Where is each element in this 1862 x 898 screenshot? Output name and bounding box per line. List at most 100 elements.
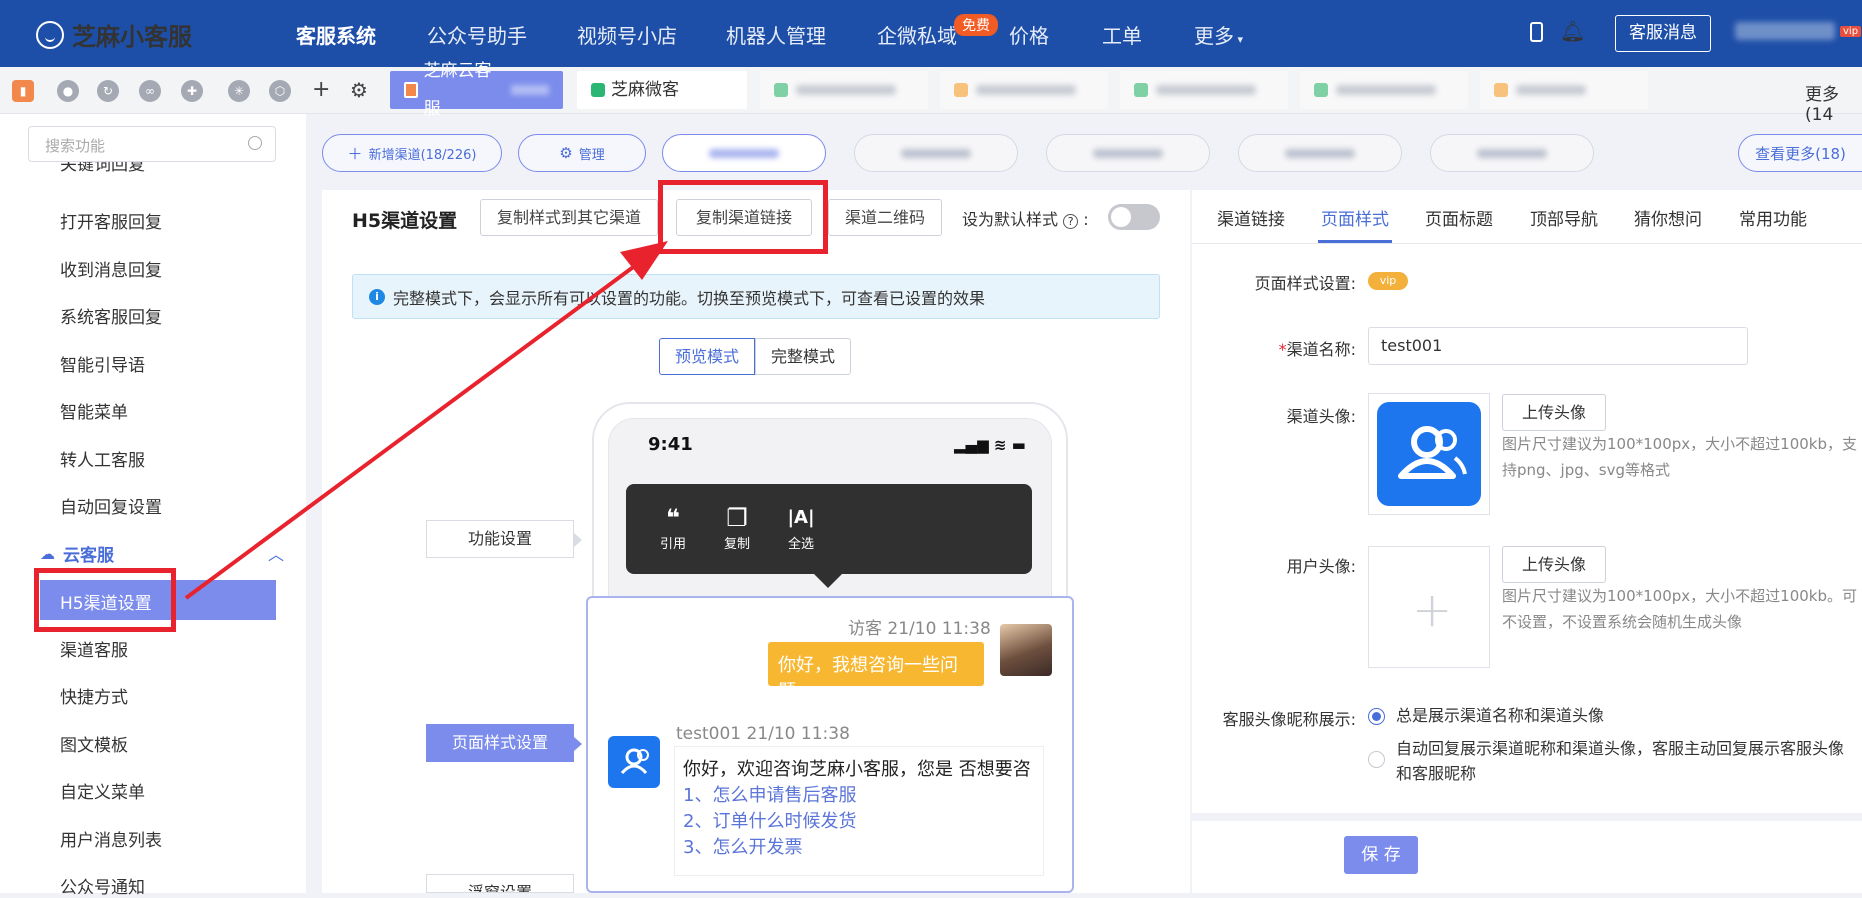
quote-menu-item[interactable]: ❝ 引用	[648, 503, 698, 552]
sidebar-item-keyword-reply[interactable]: 关键词回复	[60, 162, 145, 176]
app-icon-hexagon[interactable]: ⬡	[269, 80, 291, 102]
signal-wifi-battery-icon: ▂▄▆ ≋ ▬	[954, 436, 1026, 454]
qrcode-button[interactable]: 渠道二维码	[828, 199, 942, 236]
faq-link[interactable]: 2、订单什么时候发货	[683, 809, 1035, 835]
tab-zhima-weike[interactable]: 芝麻微客	[577, 71, 747, 109]
channel-name-input[interactable]: test001	[1368, 327, 1748, 365]
nav-item-mp-assistant[interactable]: 公众号助手	[427, 20, 527, 49]
page-style-label: 页面样式设置:	[1254, 274, 1356, 293]
sidebar-item[interactable]: 快捷方式	[60, 683, 128, 708]
nav-item-wecom[interactable]: 企微私域	[877, 20, 957, 49]
app-icon-link[interactable]: ∞	[139, 80, 161, 102]
tab-blurred[interactable]	[760, 71, 928, 109]
cs-icon	[404, 82, 418, 98]
logo[interactable]: 芝麻小客服	[36, 17, 192, 52]
app-icon-mobile[interactable]: ▮	[12, 80, 34, 102]
sidebar-search-input[interactable]: 搜索功能	[28, 126, 276, 162]
nickname-display-label: 客服头像昵称展示:	[1222, 710, 1356, 729]
sidebar-item[interactable]: 自动回复设置	[60, 493, 162, 518]
sidebar-item[interactable]: 打开客服回复	[60, 208, 162, 233]
help-icon: ?	[1063, 214, 1079, 229]
channel-pill[interactable]	[854, 134, 1018, 172]
full-mode-button[interactable]: 完整模式	[755, 338, 851, 375]
copy-style-button[interactable]: 复制样式到其它渠道	[480, 199, 658, 236]
add-channel-button[interactable]: ＋新增渠道(18/226)	[322, 134, 502, 172]
nav-item-price[interactable]: 价格	[1009, 20, 1049, 49]
settings-icon[interactable]: ⚙	[350, 78, 368, 102]
plus-icon: +	[1412, 582, 1453, 638]
faq-link[interactable]: 1、怎么申请售后客服	[683, 783, 1035, 809]
nav-item-ticket[interactable]: 工单	[1102, 20, 1142, 49]
view-more-button[interactable]: 查看更多(18)	[1738, 134, 1862, 172]
tab-guess-ask[interactable]: 猜你想问	[1634, 205, 1702, 230]
phone-icon[interactable]	[1530, 22, 1543, 42]
tab-page-style[interactable]: 页面样式	[1321, 205, 1389, 230]
channel-pill[interactable]	[1046, 134, 1210, 172]
cloud-icon: ☁	[40, 544, 55, 563]
sidebar-item[interactable]: 收到消息回复	[60, 256, 162, 281]
channel-pill[interactable]	[1430, 134, 1594, 172]
upload-channel-avatar-button[interactable]: 上传头像	[1502, 394, 1606, 431]
upload-user-avatar-button[interactable]: 上传头像	[1502, 546, 1606, 583]
app-icon-puzzle[interactable]: ✚	[181, 80, 203, 102]
app-icon-chat[interactable]: ●	[57, 80, 79, 102]
preview-mode-button[interactable]: 预览模式	[659, 338, 755, 375]
tab-blurred[interactable]	[940, 71, 1108, 109]
sidebar-item[interactable]: 用户消息列表	[60, 826, 162, 851]
cs-message-button[interactable]: 客服消息	[1615, 15, 1711, 52]
tab-common-functions[interactable]: 常用功能	[1739, 205, 1807, 230]
app-icon-refresh[interactable]: ↻	[97, 80, 119, 102]
nav-item-cs-system[interactable]: 客服系统	[296, 20, 376, 49]
sidebar-item[interactable]: 公众号通知	[60, 873, 145, 898]
nav-item-more[interactable]: 更多 ▾	[1194, 20, 1243, 49]
save-button[interactable]: 保 存	[1344, 836, 1418, 874]
float-settings-flag[interactable]: 浮窗设置	[426, 874, 574, 893]
nav-item-robot[interactable]: 机器人管理	[726, 20, 826, 49]
tab-page-title[interactable]: 页面标题	[1425, 205, 1493, 230]
radio-always-show[interactable]	[1368, 708, 1385, 725]
channel-pill[interactable]	[1238, 134, 1402, 172]
vip-tag: vip	[1840, 26, 1862, 37]
manage-button[interactable]: ⚙ 管理	[518, 134, 646, 172]
copy-menu-item[interactable]: ❐ 复制	[712, 503, 762, 552]
sidebar-item[interactable]: 渠道客服	[60, 636, 128, 661]
radio-auto-reply[interactable]	[1368, 751, 1385, 768]
bell-icon[interactable]: 🔔︎	[1560, 19, 1585, 43]
app-icon-asterisk[interactable]: ✳	[228, 80, 250, 102]
free-badge: 免费	[954, 14, 998, 36]
tab-zhima-cloud-cs[interactable]: 芝麻云客服	[390, 61, 563, 119]
select-all-icon: |A|	[787, 507, 815, 528]
search-icon	[248, 136, 262, 150]
default-style-toggle[interactable]	[1108, 204, 1160, 230]
tab-blurred[interactable]	[1480, 71, 1648, 109]
nav-item-video-shop[interactable]: 视频号小店	[577, 20, 677, 49]
page-style-settings-flag[interactable]: 页面样式设置	[426, 724, 582, 762]
tab-blurred[interactable]	[1300, 71, 1468, 109]
sidebar-item[interactable]: 转人工客服	[60, 446, 145, 471]
more-tabs[interactable]: 更多(14	[1805, 80, 1862, 125]
tab-channel-link[interactable]: 渠道链接	[1217, 205, 1285, 230]
sidebar-item[interactable]: 智能菜单	[60, 398, 128, 423]
faq-link[interactable]: 3、怎么开发票	[683, 835, 1035, 861]
select-all-menu-item[interactable]: |A| 全选	[776, 503, 826, 552]
add-tab-icon[interactable]: +	[312, 77, 330, 102]
quote-icon: ❝	[665, 504, 681, 532]
tab-top-nav[interactable]: 顶部导航	[1530, 205, 1598, 230]
sidebar-item[interactable]: 自定义菜单	[60, 778, 145, 803]
option-auto-reply: 自动回复展示渠道昵称和渠道头像，客服主动回复展示客服头像和客服昵称	[1396, 739, 1845, 783]
chevron-up-icon[interactable]: ︿	[268, 541, 284, 565]
bot-message: 你好，欢迎咨询芝麻小客服，您是 否想要咨 1、怎么申请售后客服 2、订单什么时候…	[674, 746, 1044, 876]
sidebar-group-cloud-cs[interactable]: ☁ 云客服	[40, 541, 114, 567]
sidebar-item[interactable]: 系统客服回复	[60, 303, 162, 328]
user-account[interactable]	[1735, 22, 1835, 40]
sidebar-item[interactable]: 智能引导语	[60, 351, 145, 376]
default-style-label: 设为默认样式 ? :	[962, 210, 1089, 229]
annotation-box-copy-link	[658, 180, 828, 254]
function-settings-flag[interactable]: 功能设置	[426, 520, 582, 558]
visitor-meta: 访客 21/10 11:38	[848, 619, 991, 639]
vip-badge: vip	[1368, 272, 1408, 290]
channel-pill-selected[interactable]	[662, 134, 826, 172]
annotation-box-h5-channel	[34, 568, 176, 632]
sidebar-item[interactable]: 图文模板	[60, 731, 128, 756]
tab-blurred[interactable]	[1120, 71, 1288, 109]
